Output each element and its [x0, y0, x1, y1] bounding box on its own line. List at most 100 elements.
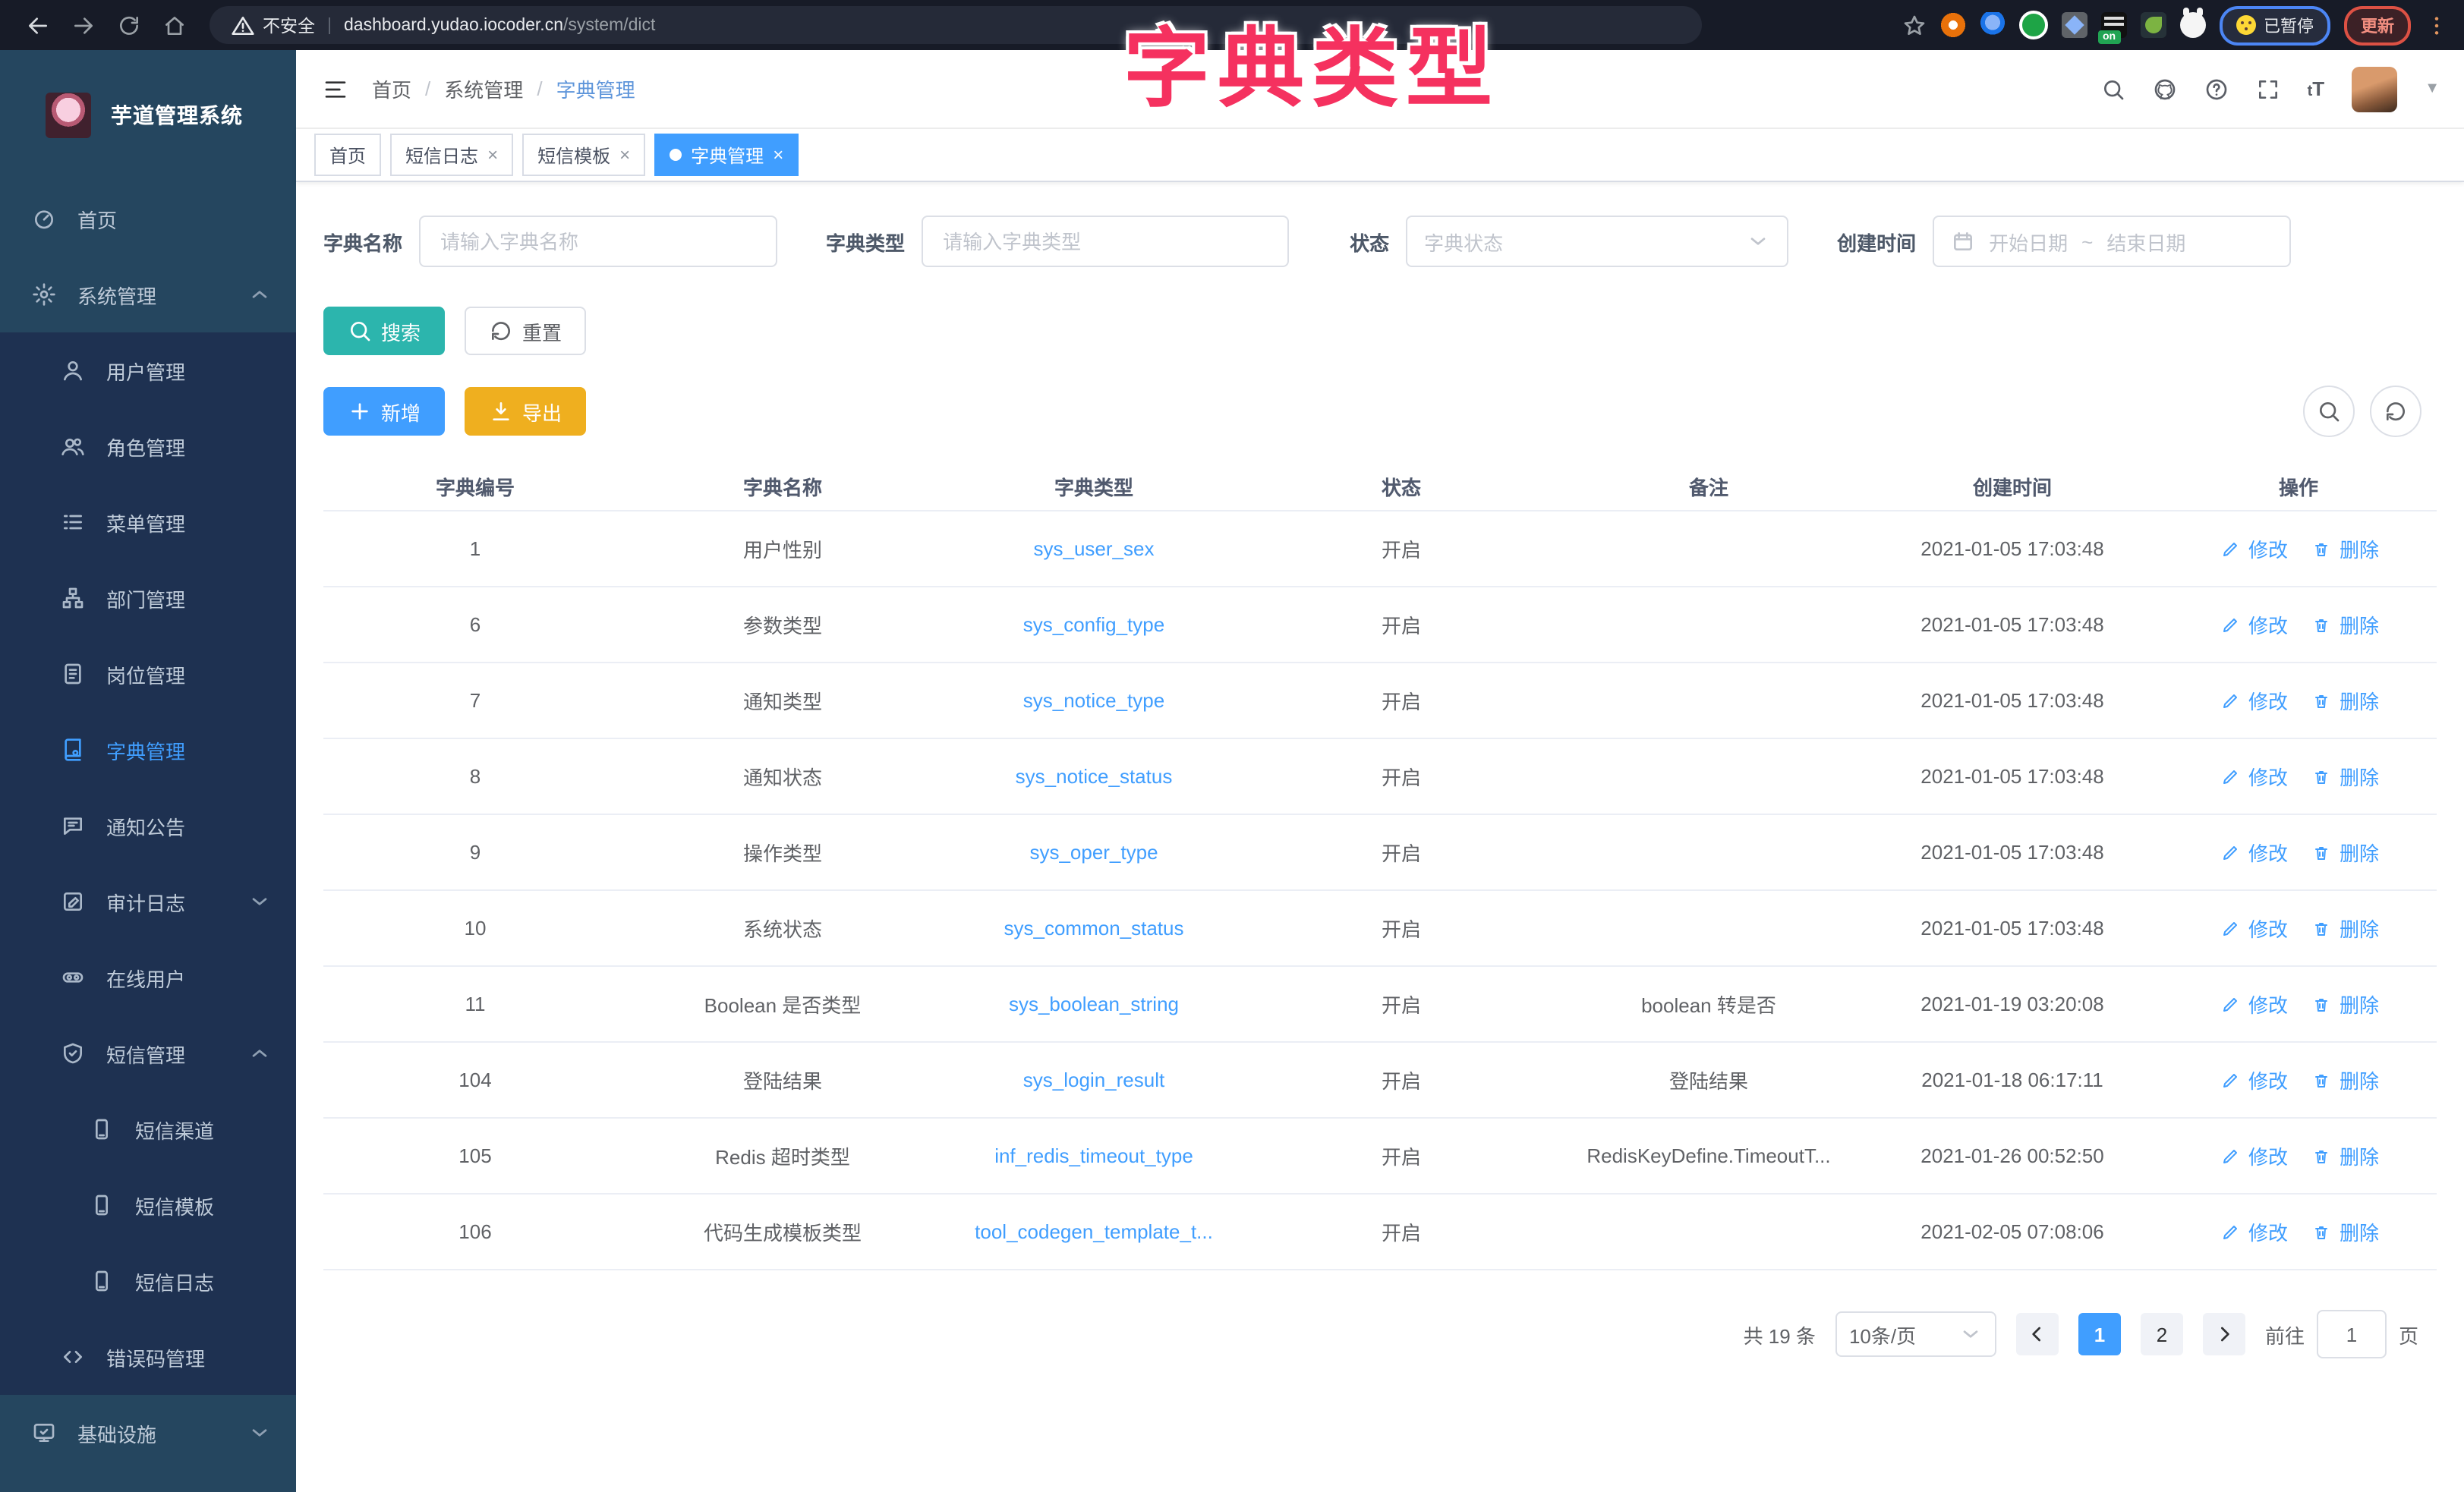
- extension-icon-7[interactable]: [2180, 12, 2206, 38]
- paused-extension-chip[interactable]: 已暂停: [2220, 5, 2330, 45]
- page-size-select[interactable]: 10条/页: [1835, 1311, 1996, 1357]
- dict-type-link[interactable]: sys_common_status: [1004, 917, 1184, 940]
- edit-link[interactable]: 修改: [2218, 1141, 2288, 1170]
- reset-button[interactable]: 重置: [465, 307, 586, 355]
- reload-icon[interactable]: [106, 5, 152, 45]
- status: 开启: [1249, 832, 1553, 873]
- browser-menu-kebab-icon[interactable]: [2425, 13, 2449, 37]
- sidebar-item-菜单管理[interactable]: 菜单管理: [0, 484, 296, 560]
- sidebar-item-通知公告[interactable]: 通知公告: [0, 788, 296, 864]
- dict-type-input[interactable]: [940, 228, 1271, 254]
- extension-icon-4[interactable]: [2062, 12, 2087, 38]
- show-search-toggle-button[interactable]: [2303, 386, 2355, 437]
- goto-page-input[interactable]: [2317, 1310, 2387, 1358]
- extension-icon-2[interactable]: [1980, 12, 2006, 38]
- edit-link[interactable]: 修改: [2218, 686, 2288, 715]
- forward-icon[interactable]: [61, 5, 106, 45]
- sidebar-item-系统管理[interactable]: 系统管理: [0, 257, 296, 332]
- delete-link[interactable]: 删除: [2309, 1065, 2379, 1094]
- dict-type-link[interactable]: tool_codegen_template_t...: [975, 1220, 1213, 1243]
- github-icon[interactable]: [2153, 77, 2177, 101]
- date-range-picker[interactable]: 开始日期 ~ 结束日期: [1933, 216, 2291, 267]
- sidebar-item-短信渠道[interactable]: 短信渠道: [0, 1091, 296, 1167]
- breadcrumb-system[interactable]: 系统管理: [444, 74, 523, 103]
- tab-短信日志[interactable]: 短信日志×: [390, 134, 513, 176]
- sidebar-item-审计日志[interactable]: 审计日志: [0, 864, 296, 940]
- home-icon[interactable]: [152, 5, 197, 45]
- sidebar-item-字典管理[interactable]: 字典管理: [0, 712, 296, 788]
- delete-link[interactable]: 删除: [2309, 990, 2379, 1018]
- bookmark-star-icon[interactable]: [1902, 13, 1927, 37]
- prev-page-button[interactable]: [2016, 1313, 2059, 1355]
- dict-name-input[interactable]: [437, 228, 759, 254]
- search-button[interactable]: 搜索: [323, 307, 445, 355]
- extension-icon-1[interactable]: [1940, 12, 1966, 38]
- edit-link[interactable]: 修改: [2218, 914, 2288, 943]
- chevron-right-icon: [2212, 1322, 2236, 1346]
- edit-link[interactable]: 修改: [2218, 610, 2288, 639]
- dict-type-link[interactable]: sys_login_result: [1023, 1069, 1164, 1091]
- sidebar-item-部门管理[interactable]: 部门管理: [0, 560, 296, 636]
- delete-link[interactable]: 删除: [2309, 762, 2379, 791]
- add-button[interactable]: 新增: [323, 387, 445, 436]
- delete-link[interactable]: 删除: [2309, 686, 2379, 715]
- extension-icon-5[interactable]: on: [2101, 12, 2127, 38]
- caret-down-icon[interactable]: ▼: [2425, 80, 2440, 97]
- dict-type-link[interactable]: sys_boolean_string: [1009, 993, 1179, 1015]
- page-button-1[interactable]: 1: [2078, 1313, 2121, 1355]
- sidebar-item-首页[interactable]: 首页: [0, 181, 296, 257]
- dict-type-link[interactable]: sys_user_sex: [1034, 537, 1155, 560]
- sidebar-item-用户管理[interactable]: 用户管理: [0, 332, 296, 408]
- close-icon[interactable]: ×: [773, 144, 783, 165]
- help-icon[interactable]: [2204, 77, 2229, 101]
- edit-link[interactable]: 修改: [2218, 1217, 2288, 1246]
- delete-link[interactable]: 删除: [2309, 1217, 2379, 1246]
- tab-字典管理[interactable]: 字典管理×: [654, 134, 799, 176]
- sidebar-item-在线用户[interactable]: 在线用户: [0, 940, 296, 1015]
- chrome-update-button[interactable]: 更新: [2344, 5, 2411, 45]
- edit-link[interactable]: 修改: [2218, 838, 2288, 867]
- app-logo[interactable]: 芋道管理系统: [0, 50, 296, 181]
- dict-type-link[interactable]: sys_notice_status: [1016, 765, 1173, 788]
- tab-短信模板[interactable]: 短信模板×: [522, 134, 645, 176]
- breadcrumb-home[interactable]: 首页: [372, 74, 411, 103]
- extension-icon-3[interactable]: [2019, 11, 2048, 39]
- sidebar-item-岗位管理[interactable]: 岗位管理: [0, 636, 296, 712]
- avatar[interactable]: [2352, 66, 2397, 112]
- search-icon[interactable]: [2101, 77, 2125, 101]
- font-size-icon[interactable]: tT: [2308, 77, 2325, 100]
- fullscreen-icon[interactable]: [2256, 77, 2280, 101]
- page-button-2[interactable]: 2: [2141, 1313, 2183, 1355]
- sidebar-item-短信日志[interactable]: 短信日志: [0, 1243, 296, 1319]
- dict-type-link[interactable]: sys_config_type: [1023, 613, 1164, 636]
- sidebar-item-label: 首页: [77, 204, 117, 233]
- delete-link[interactable]: 删除: [2309, 534, 2379, 563]
- delete-link[interactable]: 删除: [2309, 1141, 2379, 1170]
- hamburger-icon[interactable]: [323, 77, 348, 101]
- status-select[interactable]: 字典状态: [1406, 216, 1788, 267]
- next-page-button[interactable]: [2203, 1313, 2245, 1355]
- sidebar-item-错误码管理[interactable]: 错误码管理: [0, 1319, 296, 1395]
- delete-link[interactable]: 删除: [2309, 610, 2379, 639]
- dict-type-link[interactable]: inf_redis_timeout_type: [994, 1144, 1193, 1167]
- extension-icon-6[interactable]: [2141, 12, 2166, 38]
- sidebar-item-infrastructure[interactable]: 基础设施: [0, 1395, 296, 1471]
- refresh-table-button[interactable]: [2370, 386, 2421, 437]
- edit-link[interactable]: 修改: [2218, 534, 2288, 563]
- edit-link[interactable]: 修改: [2218, 990, 2288, 1018]
- back-icon[interactable]: [15, 5, 61, 45]
- close-icon[interactable]: ×: [487, 144, 498, 165]
- tab-首页[interactable]: 首页: [314, 134, 381, 176]
- edit-link[interactable]: 修改: [2218, 762, 2288, 791]
- sidebar-item-角色管理[interactable]: 角色管理: [0, 408, 296, 484]
- dict-type-link[interactable]: sys_notice_type: [1023, 689, 1164, 712]
- sidebar-item-短信模板[interactable]: 短信模板: [0, 1167, 296, 1243]
- sidebar-item-短信管理[interactable]: 短信管理: [0, 1015, 296, 1091]
- close-icon[interactable]: ×: [619, 144, 630, 165]
- url-bar[interactable]: 不安全 | dashboard.yudao.iocoder.cn/system/…: [210, 6, 1702, 44]
- edit-link[interactable]: 修改: [2218, 1065, 2288, 1094]
- delete-link[interactable]: 删除: [2309, 914, 2379, 943]
- export-button[interactable]: 导出: [465, 387, 586, 436]
- delete-link[interactable]: 删除: [2309, 838, 2379, 867]
- dict-type-link[interactable]: sys_oper_type: [1029, 841, 1158, 864]
